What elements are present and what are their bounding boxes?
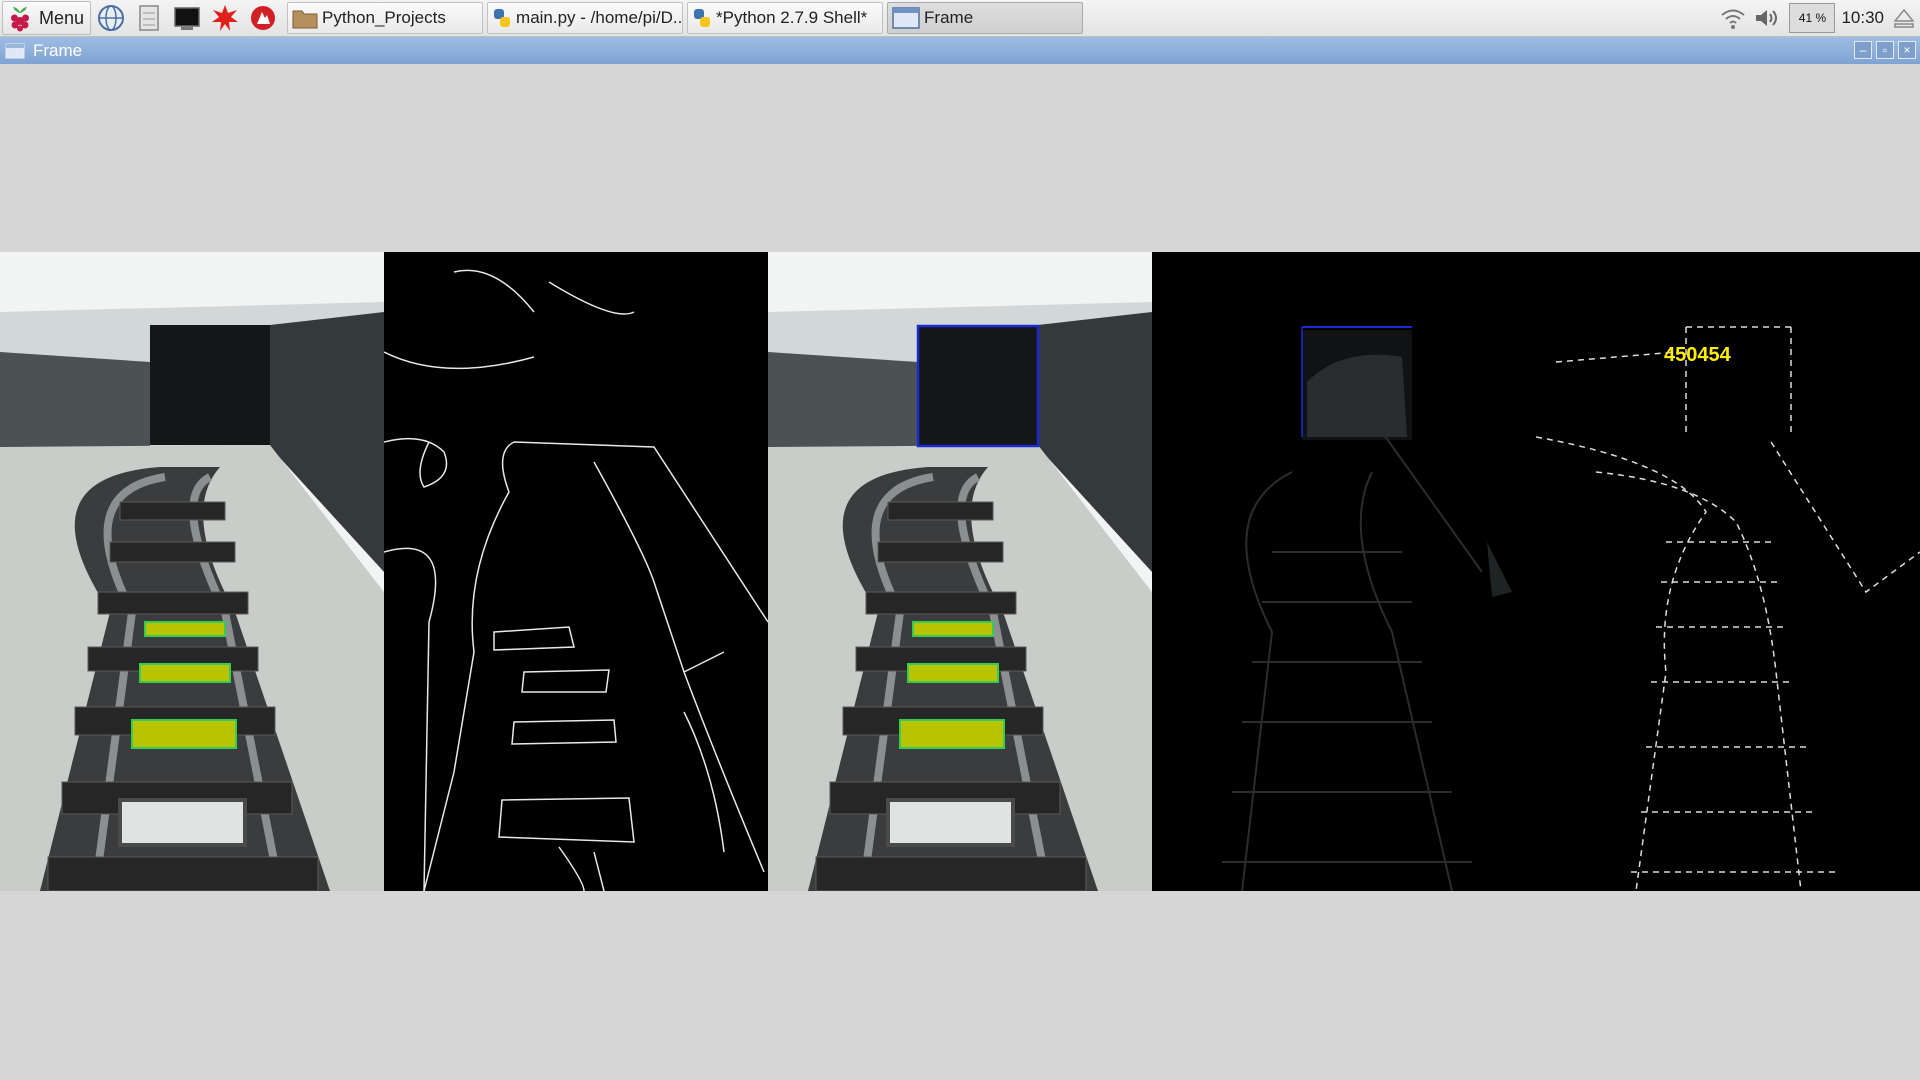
wolfram-launcher[interactable] bbox=[245, 2, 281, 34]
web-browser-icon bbox=[98, 5, 125, 31]
task-python-projects[interactable]: Python_Projects bbox=[287, 2, 484, 34]
menu-button[interactable]: Menu bbox=[2, 1, 92, 35]
python-icon bbox=[494, 9, 511, 27]
file-manager-icon bbox=[139, 5, 159, 31]
maximize-icon: ▫ bbox=[1882, 43, 1888, 57]
folder-icon bbox=[292, 10, 318, 29]
window-icon bbox=[5, 43, 25, 58]
task-frame[interactable]: Frame bbox=[887, 2, 1084, 34]
taskbar: Menu Python_Projects main.py - /home/pi/… bbox=[0, 0, 1920, 37]
window-titlebar[interactable]: Frame – ▫ × bbox=[0, 37, 1920, 64]
mathematica-launcher[interactable] bbox=[207, 2, 243, 34]
clock[interactable]: 10:30 bbox=[1841, 8, 1884, 28]
edge-view-with-count: 450454 bbox=[1536, 252, 1920, 891]
cpu-usage-monitor[interactable]: 41 % bbox=[1789, 3, 1836, 33]
task-label: main.py - /home/pi/D... bbox=[516, 8, 684, 27]
python-icon bbox=[694, 9, 711, 27]
task-python-shell[interactable]: *Python 2.7.9 Shell* bbox=[687, 2, 884, 34]
difference-view bbox=[1152, 252, 1536, 891]
close-button[interactable]: × bbox=[1898, 41, 1916, 59]
task-main-py[interactable]: main.py - /home/pi/D... bbox=[487, 2, 684, 34]
video-strip: 450454 bbox=[0, 252, 1920, 891]
frame-client-area: 450454 bbox=[0, 65, 1920, 1080]
web-browser-launcher[interactable] bbox=[93, 2, 129, 34]
minimize-icon: – bbox=[1859, 43, 1867, 57]
window-icon bbox=[892, 7, 920, 29]
task-label: Frame bbox=[924, 8, 974, 27]
system-tray: 41 % 10:30 bbox=[1719, 0, 1920, 36]
menu-label: Menu bbox=[39, 7, 85, 28]
task-label: Python_Projects bbox=[322, 8, 446, 27]
window-title: Frame bbox=[33, 40, 83, 60]
raspberry-pi-icon bbox=[11, 7, 29, 32]
maximize-button[interactable]: ▫ bbox=[1876, 41, 1894, 59]
terminal-icon bbox=[174, 7, 200, 30]
overlay-count: 450454 bbox=[1664, 344, 1732, 366]
wolfram-icon bbox=[251, 6, 276, 30]
eject-icon[interactable] bbox=[1892, 6, 1916, 30]
file-manager-launcher[interactable] bbox=[131, 2, 167, 34]
close-icon: × bbox=[1903, 43, 1911, 57]
minimize-button[interactable]: – bbox=[1854, 41, 1872, 59]
camera-view-annotated bbox=[0, 252, 384, 891]
camera-view-with-box bbox=[768, 252, 1152, 891]
task-label: *Python 2.7.9 Shell* bbox=[716, 8, 868, 27]
edge-contour-view bbox=[384, 252, 768, 891]
terminal-launcher[interactable] bbox=[169, 2, 205, 34]
wifi-icon[interactable] bbox=[1719, 6, 1747, 30]
mathematica-icon bbox=[212, 5, 239, 31]
volume-icon[interactable] bbox=[1753, 6, 1783, 30]
